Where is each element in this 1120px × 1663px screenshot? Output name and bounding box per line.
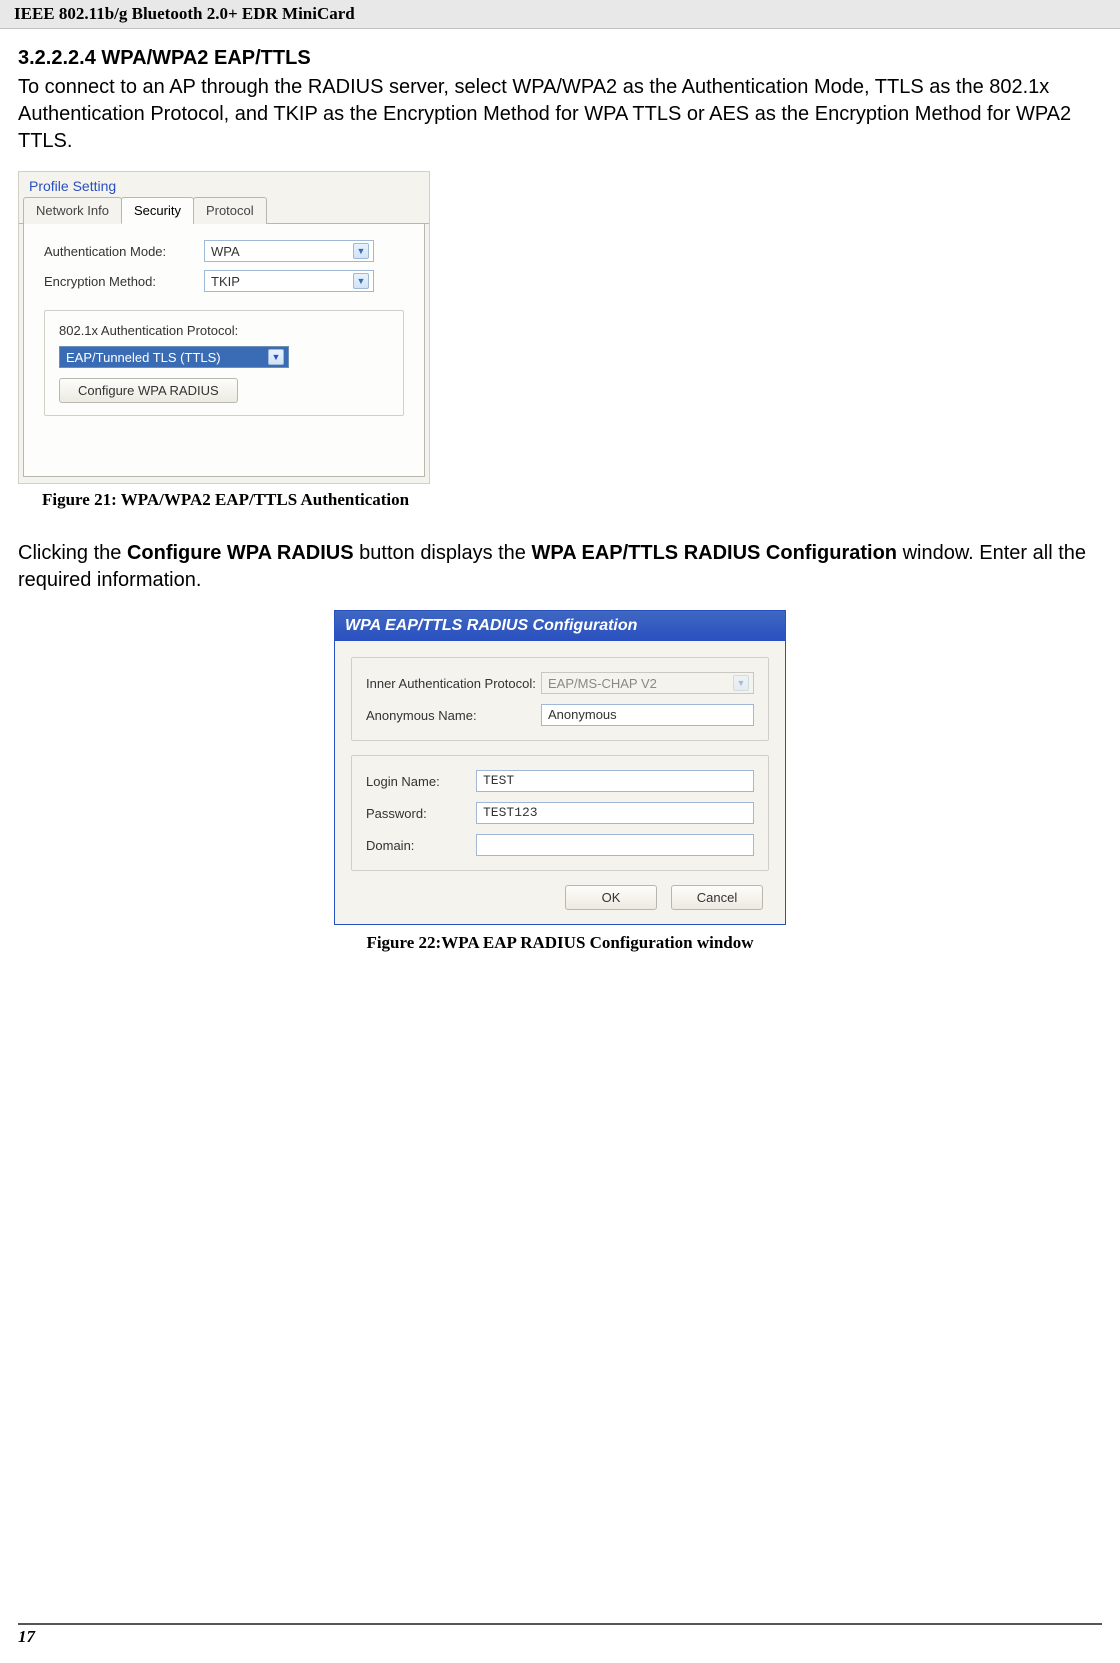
mid-bold-1: Configure WPA RADIUS <box>127 542 354 564</box>
wpa-radius-config-dialog: WPA EAP/TTLS RADIUS Configuration Inner … <box>334 610 786 925</box>
chevron-down-icon: ▼ <box>353 273 369 289</box>
tab-network-info[interactable]: Network Info <box>23 197 122 224</box>
cancel-button[interactable]: Cancel <box>671 885 763 910</box>
proto-combo[interactable]: EAP/Tunneled TLS (TTLS) ▼ <box>59 346 289 368</box>
mid-text: button displays the <box>354 542 532 564</box>
password-field[interactable]: TEST123 <box>476 802 754 824</box>
page-header: IEEE 802.11b/g Bluetooth 2.0+ EDR MiniCa… <box>0 0 1120 29</box>
profile-settings-window: Profile Setting Network Info Security Pr… <box>18 171 430 484</box>
enc-method-label: Encryption Method: <box>44 274 204 289</box>
configure-wpa-radius-button[interactable]: Configure WPA RADIUS <box>59 378 238 403</box>
profile-group-label: Profile Setting <box>19 172 429 194</box>
profile-tabs: Network Info Security Protocol <box>19 196 429 224</box>
auth-mode-value: WPA <box>211 244 240 259</box>
inner-proto-combo: EAP/MS-CHAP V2 ▼ <box>541 672 754 694</box>
chevron-down-icon: ▼ <box>733 675 749 691</box>
mid-text: Clicking the <box>18 542 127 564</box>
anon-label: Anonymous Name: <box>366 708 541 723</box>
figure21-caption: Figure 21: WPA/WPA2 EAP/TTLS Authenticat… <box>42 490 1102 510</box>
tab-protocol[interactable]: Protocol <box>193 197 267 224</box>
anon-name-field[interactable]: Anonymous <box>541 704 754 726</box>
intro-paragraph: To connect to an AP through the RADIUS s… <box>18 74 1102 155</box>
figure22-caption: Figure 22:WPA EAP RADIUS Configuration w… <box>18 933 1102 953</box>
section-heading: 3.2.2.2.4 WPA/WPA2 EAP/TTLS <box>18 47 1102 70</box>
mid-paragraph: Clicking the Configure WPA RADIUS button… <box>18 540 1102 594</box>
page-number: 17 <box>18 1627 35 1646</box>
chevron-down-icon: ▼ <box>353 243 369 259</box>
domain-field[interactable] <box>476 834 754 856</box>
chevron-down-icon: ▼ <box>268 349 284 365</box>
enc-method-value: TKIP <box>211 274 240 289</box>
mid-bold-2: WPA EAP/TTLS RADIUS Configuration <box>531 542 897 564</box>
login-name-field[interactable]: TEST <box>476 770 754 792</box>
ok-button[interactable]: OK <box>565 885 657 910</box>
proto-label: 802.1x Authentication Protocol: <box>59 323 389 338</box>
login-label: Login Name: <box>366 774 476 789</box>
tab-security[interactable]: Security <box>121 197 194 224</box>
dialog-title: WPA EAP/TTLS RADIUS Configuration <box>335 611 785 641</box>
auth-mode-label: Authentication Mode: <box>44 244 204 259</box>
proto-value: EAP/Tunneled TLS (TTLS) <box>66 350 221 365</box>
inner-proto-label: Inner Authentication Protocol: <box>366 676 541 691</box>
password-label: Password: <box>366 806 476 821</box>
page-footer: 17 <box>18 1623 1102 1647</box>
domain-label: Domain: <box>366 838 476 853</box>
auth-mode-combo[interactable]: WPA ▼ <box>204 240 374 262</box>
inner-proto-value: EAP/MS-CHAP V2 <box>548 676 657 691</box>
enc-method-combo[interactable]: TKIP ▼ <box>204 270 374 292</box>
